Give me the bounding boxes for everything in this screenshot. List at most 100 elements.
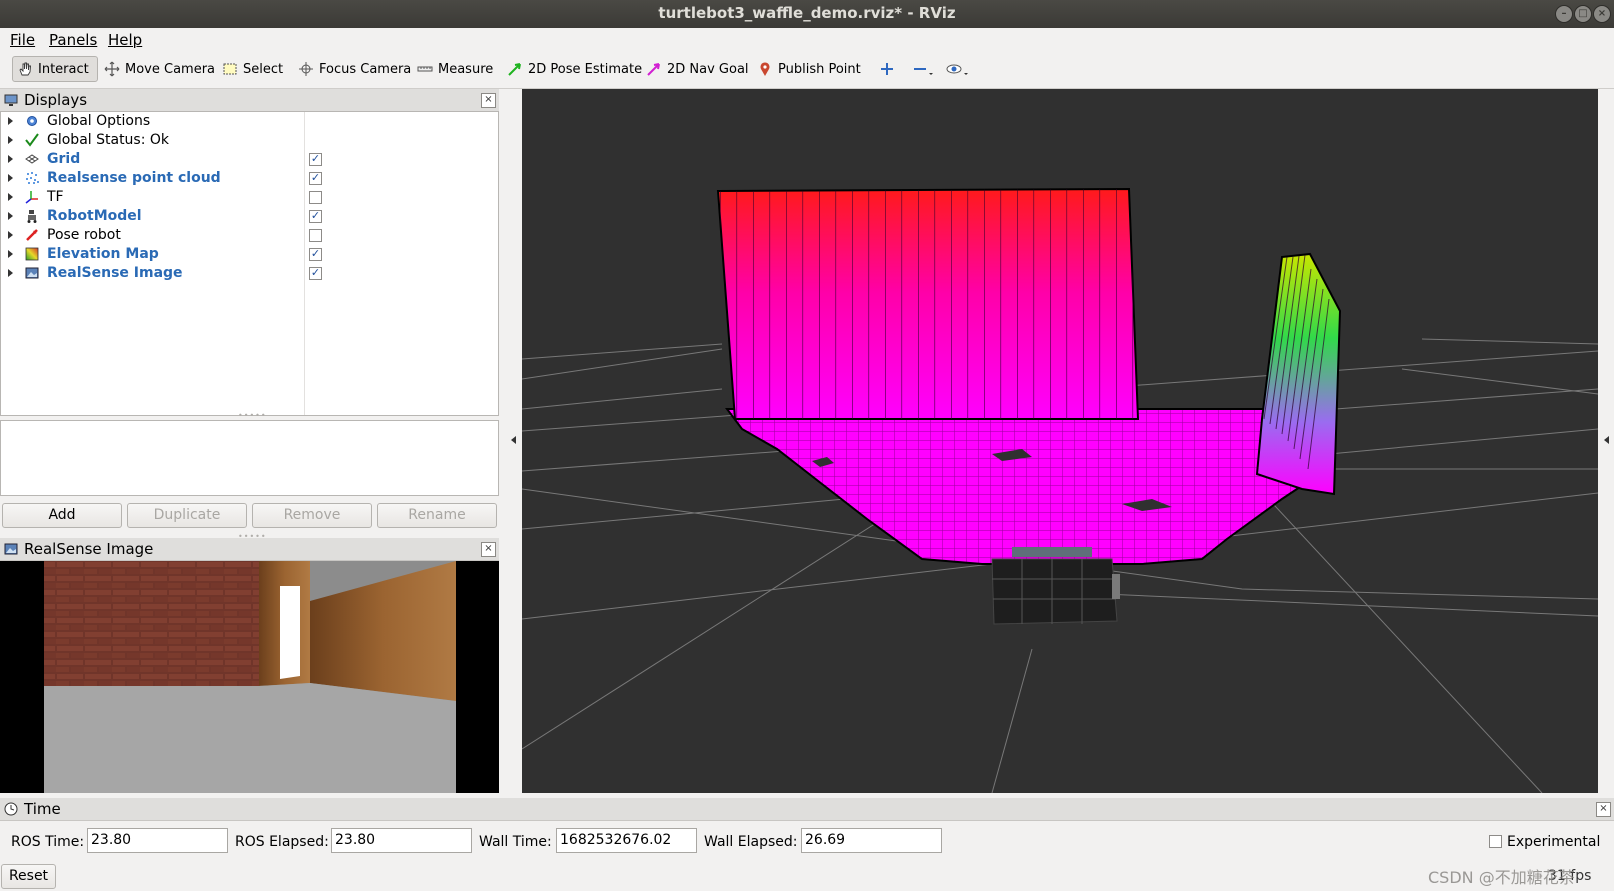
wall-time-field[interactable]: 1682532676.02 (556, 828, 697, 853)
move-arrows-icon (104, 61, 120, 77)
menu-bar: File Panels Help (0, 28, 1614, 51)
remove-display-button[interactable]: Remove (252, 503, 372, 528)
duplicate-display-button[interactable]: Duplicate (127, 503, 247, 528)
view-options-tool-button[interactable] (942, 56, 974, 82)
crosshair-icon (299, 62, 313, 76)
collapse-left-arrow-icon[interactable] (511, 436, 516, 444)
time-panel-header: Time (0, 798, 1614, 821)
display-row-global-options[interactable]: Global Options (1, 112, 498, 131)
display-label: TF (47, 189, 64, 205)
tf-checkbox[interactable] (309, 191, 322, 204)
robot-icon (27, 210, 37, 223)
expand-arrow-icon[interactable] (8, 174, 13, 182)
display-row-pointcloud[interactable]: Realsense point cloud ✓ (1, 169, 498, 188)
display-label: RobotModel (47, 208, 142, 224)
pose-arrow-icon (26, 229, 38, 241)
realsense-image-checkbox[interactable]: ✓ (309, 267, 322, 280)
time-panel-close-button[interactable]: × (1596, 802, 1611, 817)
display-row-tf[interactable]: TF (1, 188, 498, 207)
display-label: Elevation Map (47, 246, 159, 262)
grid-checkbox[interactable]: ✓ (309, 153, 322, 166)
expand-arrow-icon[interactable] (8, 250, 13, 258)
green-arrow-icon (508, 63, 521, 76)
experimental-checkbox[interactable] (1489, 835, 1502, 848)
eye-icon (946, 64, 968, 75)
ros-elapsed-label: ROS Elapsed: (235, 834, 329, 850)
tree-splitter[interactable]: ••••• (238, 411, 267, 420)
displays-tree: Global Options Global Status: Ok Grid ✓ … (0, 111, 499, 416)
robotmodel-checkbox[interactable]: ✓ (309, 210, 322, 223)
interact-tool-button[interactable]: Interact (12, 56, 98, 82)
elevation-back-wall (716, 187, 1140, 420)
move-camera-label: Move Camera (125, 61, 216, 77)
ruler-icon (417, 66, 433, 72)
nav-goal-tool-button[interactable]: 2D Nav Goal (642, 56, 753, 82)
select-tool-button[interactable]: Select (218, 56, 287, 82)
robot-model (991, 547, 1120, 625)
camera-image-view (0, 561, 499, 793)
magenta-arrow-icon (647, 63, 660, 76)
menu-help[interactable]: Help (108, 31, 142, 49)
rename-display-button[interactable]: Rename (377, 503, 497, 528)
camera-image (44, 561, 456, 793)
menu-panels[interactable]: Panels (49, 31, 97, 49)
add-tool-button[interactable] (875, 56, 899, 82)
experimental-label: Experimental (1507, 834, 1601, 850)
minus-icon (914, 68, 933, 75)
close-button[interactable]: × (1593, 5, 1611, 23)
expand-arrow-icon[interactable] (8, 269, 13, 277)
maximize-button[interactable]: □ (1574, 5, 1592, 23)
elevation-side-wall (1255, 252, 1342, 496)
add-display-button[interactable]: Add (2, 503, 122, 528)
plus-icon (881, 63, 893, 75)
display-row-robotmodel[interactable]: RobotModel ✓ (1, 207, 498, 226)
display-row-pose-robot[interactable]: Pose robot (1, 226, 498, 245)
map-icon (25, 247, 39, 261)
grid-icon (25, 154, 39, 164)
select-label: Select (243, 61, 284, 77)
expand-arrow-icon[interactable] (8, 136, 13, 144)
map-pin-icon (760, 62, 770, 76)
displays-panel-close-button[interactable]: × (481, 93, 496, 108)
pose-estimate-tool-button[interactable]: 2D Pose Estimate (503, 56, 646, 82)
render-3d-view[interactable] (522, 89, 1598, 793)
elevation-map-checkbox[interactable]: ✓ (309, 248, 322, 261)
pointcloud-checkbox[interactable]: ✓ (309, 172, 322, 185)
display-row-global-status[interactable]: Global Status: Ok (1, 131, 498, 150)
display-label: Global Status: Ok (47, 132, 170, 148)
pointcloud-icon (26, 172, 39, 184)
remove-tool-button[interactable] (908, 56, 938, 82)
nav-goal-label: 2D Nav Goal (667, 61, 749, 77)
display-label: RealSense Image (47, 265, 183, 281)
measure-tool-button[interactable]: Measure (413, 56, 497, 82)
reset-button[interactable]: Reset (1, 864, 56, 889)
expand-arrow-icon[interactable] (8, 212, 13, 220)
tf-axes-icon (25, 191, 38, 204)
menu-file[interactable]: File (10, 31, 35, 49)
interact-label: Interact (38, 61, 89, 77)
display-row-realsense-image[interactable]: RealSense Image ✓ (1, 264, 498, 283)
ros-elapsed-field[interactable]: 23.80 (331, 828, 472, 853)
display-label: Global Options (47, 113, 151, 129)
pose-robot-checkbox[interactable] (309, 229, 322, 242)
display-label: Grid (47, 151, 81, 167)
focus-camera-tool-button[interactable]: Focus Camera (294, 56, 415, 82)
ros-time-field[interactable]: 23.80 (87, 828, 228, 853)
image-panel-close-button[interactable]: × (481, 542, 496, 557)
expand-arrow-icon[interactable] (8, 193, 13, 201)
display-row-grid[interactable]: Grid ✓ (1, 150, 498, 169)
expand-arrow-icon[interactable] (8, 231, 13, 239)
displays-panel-title: Displays (24, 91, 88, 109)
wall-time-label: Wall Time: (479, 834, 552, 850)
move-camera-tool-button[interactable]: Move Camera (100, 56, 219, 82)
display-row-elevation-map[interactable]: Elevation Map ✓ (1, 245, 498, 264)
wall-elapsed-field[interactable]: 26.69 (801, 828, 942, 853)
publish-point-tool-button[interactable]: Publish Point (753, 56, 865, 82)
expand-arrow-icon[interactable] (8, 155, 13, 163)
scene-3d (522, 187, 1598, 793)
measure-label: Measure (438, 61, 494, 77)
minimize-button[interactable]: – (1555, 5, 1573, 23)
expand-arrow-icon[interactable] (8, 117, 13, 125)
watermark-text: CSDN @不加糖花茶 (1428, 868, 1575, 887)
collapse-right-arrow-icon[interactable] (1604, 436, 1609, 444)
